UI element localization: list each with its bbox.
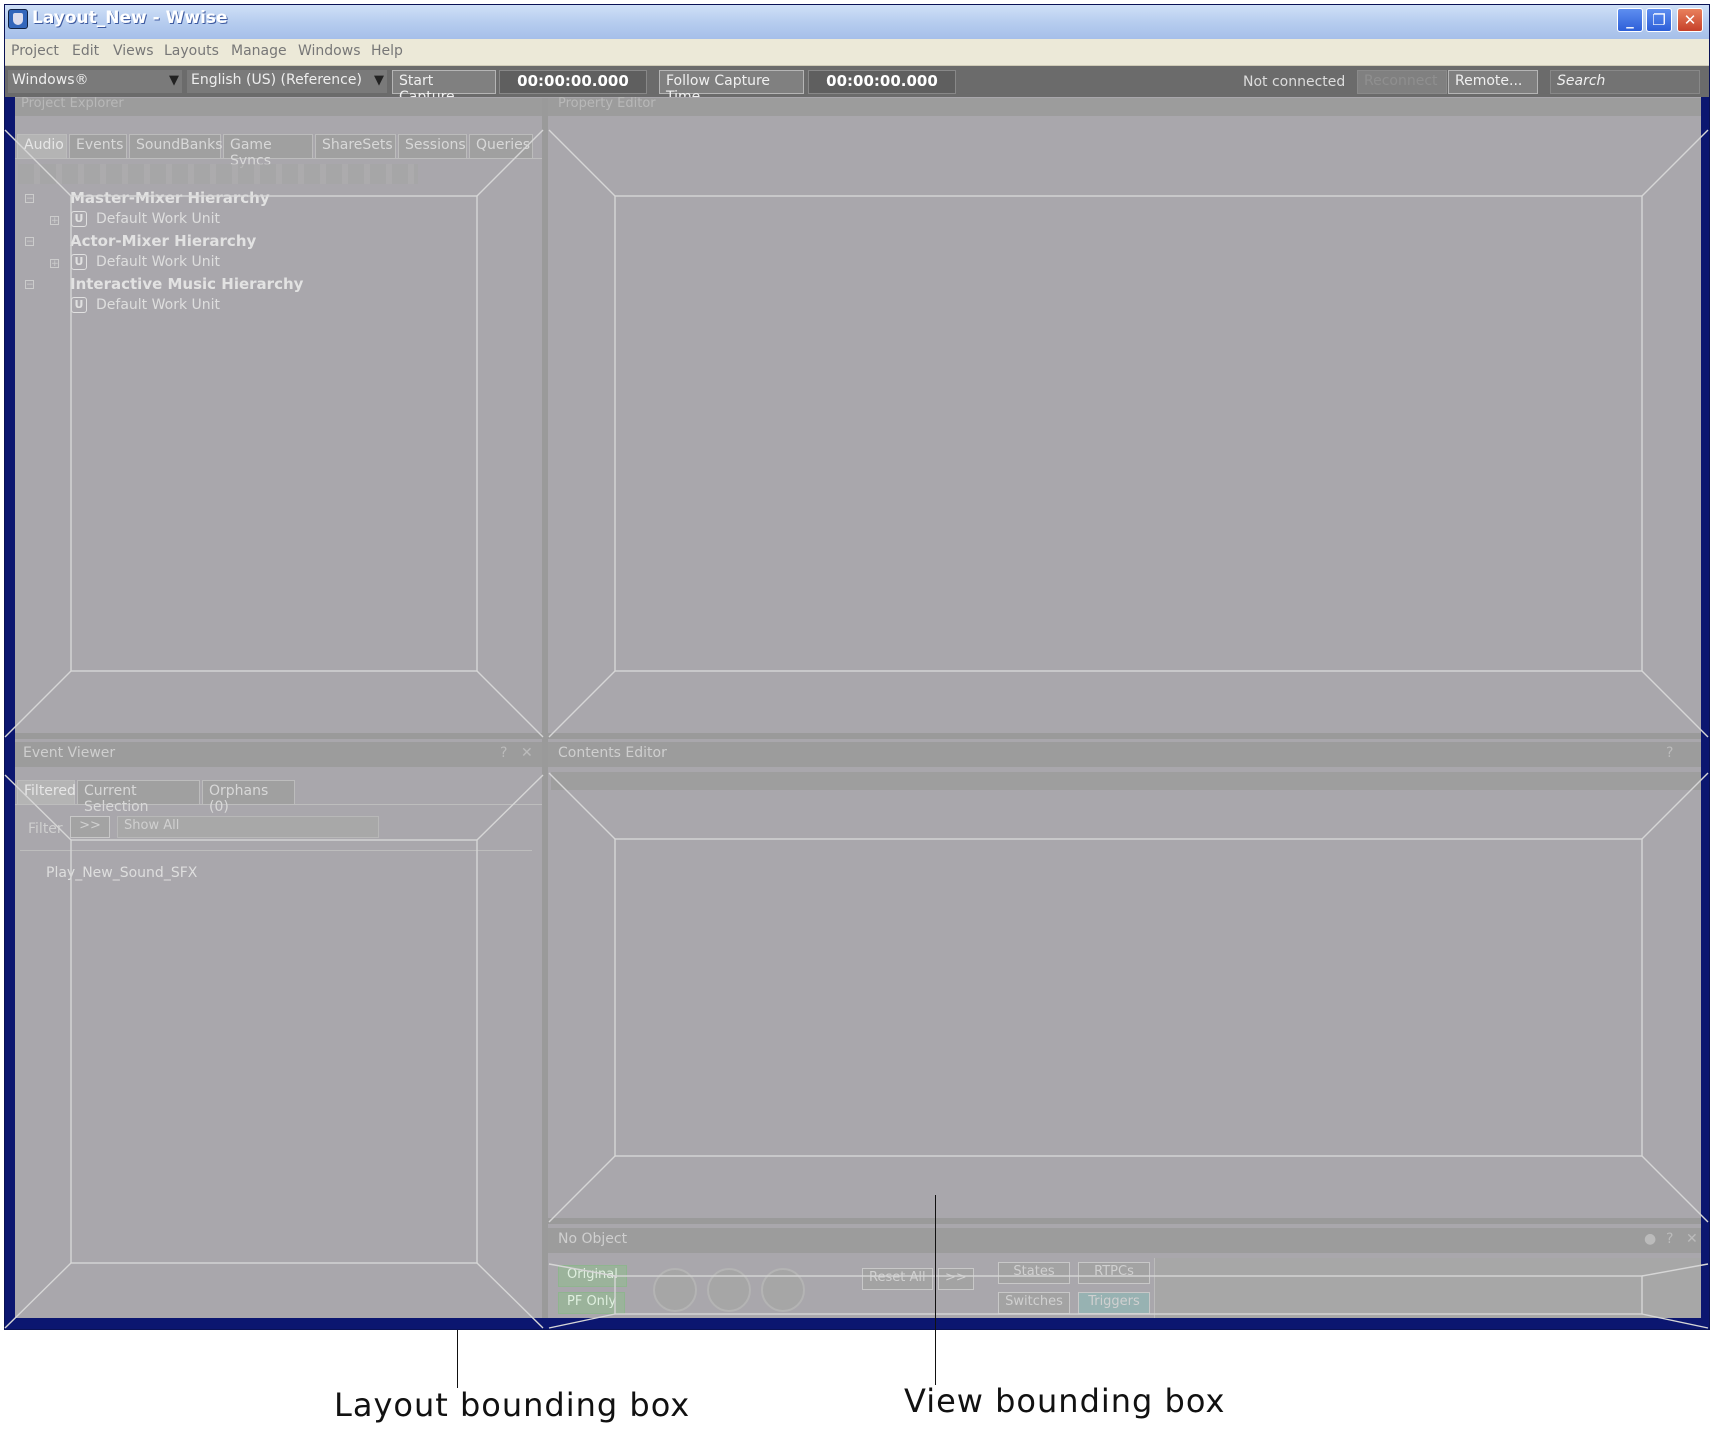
expand-icon[interactable]: + bbox=[50, 259, 59, 269]
search-input[interactable]: Search bbox=[1550, 70, 1700, 94]
contents-editor-title: Contents Editor bbox=[558, 745, 667, 761]
title-bar[interactable] bbox=[5, 5, 1709, 39]
collapse-icon[interactable]: − bbox=[25, 194, 34, 204]
project-explorer-header: Project Explorer bbox=[15, 96, 542, 116]
tab-filtered[interactable]: Filtered bbox=[17, 780, 76, 804]
filter-more-button[interactable]: >> bbox=[70, 816, 110, 838]
window-title: Layout_New - Wwise bbox=[32, 8, 228, 28]
switches-tab[interactable]: Switches bbox=[998, 1292, 1070, 1314]
project-explorer-title: Project Explorer bbox=[21, 96, 124, 111]
transport-splitter[interactable] bbox=[548, 1218, 1701, 1224]
work-unit-icon: U bbox=[71, 297, 87, 313]
pf-only-toggle[interactable]: PF Only bbox=[558, 1292, 626, 1314]
tab-current-selection[interactable]: Current Selection bbox=[77, 780, 200, 815]
wwise-app-icon bbox=[8, 9, 28, 29]
platform-value: Windows® bbox=[12, 72, 89, 88]
horizontal-splitter[interactable] bbox=[15, 733, 1701, 739]
platform-dropdown[interactable]: Windows® ▼ bbox=[8, 70, 182, 93]
capture-time-field: 00:00:00.000 bbox=[499, 70, 647, 94]
tree-master-mixer[interactable]: Master-Mixer Hierarchy bbox=[70, 189, 270, 207]
remote-button[interactable]: Remote... bbox=[1448, 70, 1538, 94]
tab-audio[interactable]: Audio bbox=[17, 134, 67, 158]
event-viewer-title: Event Viewer bbox=[23, 745, 116, 761]
work-unit-icon: U bbox=[71, 211, 87, 227]
tab-sharesets[interactable]: ShareSets bbox=[315, 134, 396, 158]
original-toggle[interactable]: Original bbox=[558, 1265, 627, 1287]
transport-list bbox=[1154, 1258, 1701, 1318]
property-editor-header: Property Editor bbox=[548, 96, 1701, 116]
tab-sessions[interactable]: Sessions bbox=[398, 134, 467, 158]
pause-icon[interactable] bbox=[707, 1268, 751, 1312]
layout-bounding-box-label: Layout bounding box bbox=[334, 1386, 691, 1424]
layout-callout-leader bbox=[457, 1330, 458, 1388]
language-value: English (US) (Reference) bbox=[191, 72, 362, 88]
tab-divider bbox=[15, 158, 542, 159]
vertical-splitter[interactable] bbox=[542, 98, 548, 1318]
states-tab[interactable]: States bbox=[998, 1262, 1070, 1284]
stop-icon[interactable] bbox=[653, 1268, 697, 1312]
restore-button[interactable]: ❐ bbox=[1646, 8, 1672, 32]
chevron-down-icon: ▼ bbox=[374, 73, 384, 88]
chevron-down-icon: ▼ bbox=[169, 73, 179, 88]
tree-interactive-music[interactable]: Interactive Music Hierarchy bbox=[70, 275, 303, 293]
help-icon[interactable]: ? bbox=[1666, 1231, 1673, 1247]
follow-time-field: 00:00:00.000 bbox=[808, 70, 956, 94]
close-icon[interactable]: ✕ bbox=[521, 745, 533, 761]
menu-layouts[interactable]: Layouts bbox=[164, 43, 219, 59]
play-icon[interactable] bbox=[761, 1268, 805, 1312]
menu-manage[interactable]: Manage bbox=[231, 43, 287, 59]
menu-project[interactable]: Project bbox=[11, 43, 59, 59]
tree-actor-mixer[interactable]: Actor-Mixer Hierarchy bbox=[70, 232, 256, 250]
event-viewer-header: Event Viewer bbox=[15, 742, 542, 767]
tree-work-unit[interactable]: Default Work Unit bbox=[96, 254, 220, 270]
rtpcs-tab[interactable]: RTPCs bbox=[1078, 1262, 1150, 1284]
contents-editor-header: Contents Editor bbox=[548, 742, 1701, 767]
pin-icon[interactable]: ● bbox=[1644, 1231, 1656, 1247]
tab-game-syncs[interactable]: Game Syncs bbox=[223, 134, 313, 169]
transport-title: No Object bbox=[558, 1231, 628, 1247]
tree-work-unit[interactable]: Default Work Unit bbox=[96, 297, 220, 313]
work-unit-icon: U bbox=[71, 254, 87, 270]
help-icon[interactable]: ? bbox=[500, 745, 507, 761]
start-capture-button[interactable]: Start Capture bbox=[392, 70, 496, 105]
minimize-button[interactable]: _ bbox=[1617, 8, 1643, 32]
transport-header: No Object bbox=[548, 1228, 1701, 1253]
help-icon[interactable]: ? bbox=[1666, 745, 1673, 761]
project-explorer-toolbar[interactable] bbox=[18, 164, 418, 184]
collapse-icon[interactable]: − bbox=[25, 280, 34, 290]
menu-windows[interactable]: Windows bbox=[298, 43, 361, 59]
collapse-icon[interactable]: − bbox=[25, 237, 34, 247]
close-icon[interactable]: ✕ bbox=[1686, 1231, 1698, 1247]
view-bounding-box-label: View bounding box bbox=[904, 1382, 1226, 1420]
language-dropdown[interactable]: English (US) (Reference) ▼ bbox=[187, 70, 387, 93]
menu-views[interactable]: Views bbox=[113, 43, 154, 59]
filter-divider bbox=[20, 850, 532, 851]
filter-label: Filter bbox=[28, 821, 63, 837]
close-button[interactable]: ✕ bbox=[1677, 8, 1703, 32]
reconnect-button[interactable]: Reconnect bbox=[1357, 70, 1447, 94]
tab-events[interactable]: Events bbox=[69, 134, 127, 158]
filter-field[interactable]: Show All bbox=[117, 816, 379, 838]
tab-soundbanks[interactable]: SoundBanks bbox=[129, 134, 223, 158]
property-editor-title: Property Editor bbox=[558, 96, 656, 111]
expand-icon[interactable]: + bbox=[50, 216, 59, 226]
view-callout-leader bbox=[935, 1195, 936, 1385]
tab-orphans[interactable]: Orphans (0) bbox=[202, 780, 295, 815]
transport-more-button[interactable]: >> bbox=[938, 1268, 974, 1290]
triggers-tab[interactable]: Triggers bbox=[1078, 1292, 1150, 1314]
event-item[interactable]: Play_New_Sound_SFX bbox=[46, 865, 197, 881]
tab-queries[interactable]: Queries bbox=[469, 134, 533, 158]
connection-status: Not connected bbox=[1243, 74, 1346, 90]
menu-edit[interactable]: Edit bbox=[72, 43, 99, 59]
menu-help[interactable]: Help bbox=[371, 43, 403, 59]
contents-editor-column-header bbox=[551, 772, 1701, 790]
tree-work-unit[interactable]: Default Work Unit bbox=[96, 211, 220, 227]
reset-all-button[interactable]: Reset All bbox=[862, 1268, 933, 1290]
follow-capture-time-button[interactable]: Follow Capture Time bbox=[659, 70, 804, 105]
